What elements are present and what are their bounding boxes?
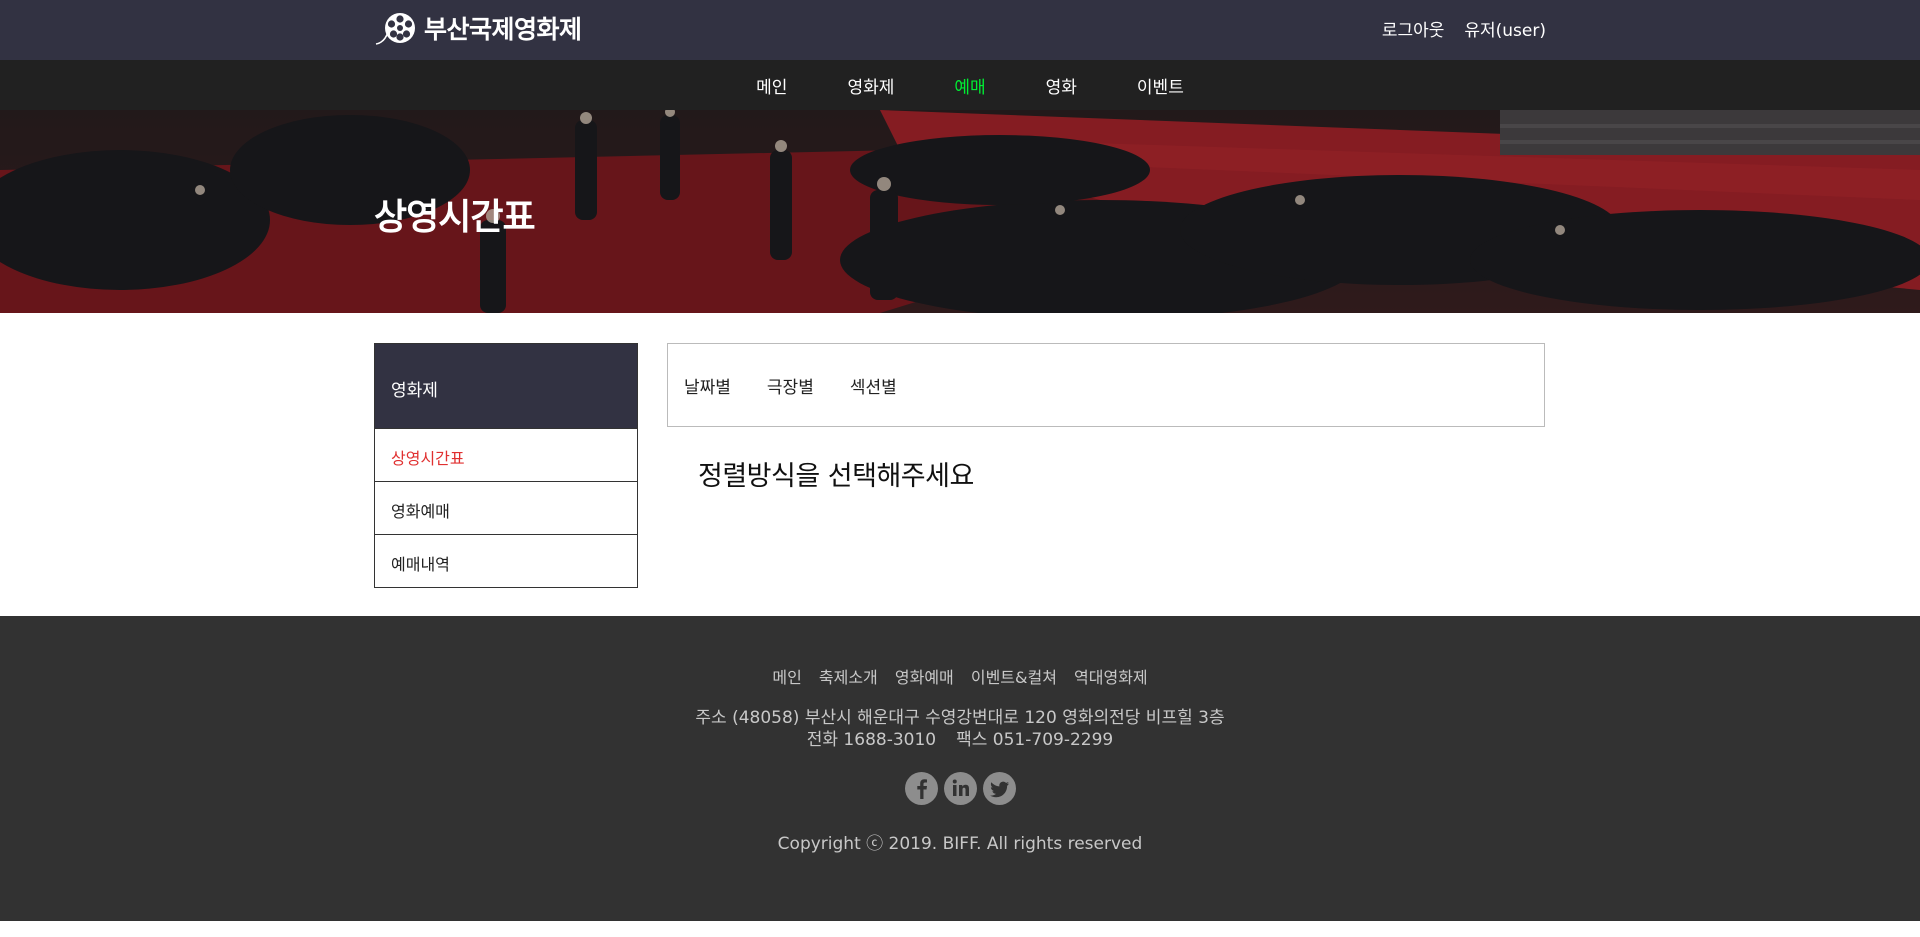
nav-item-main[interactable]: 메인: [756, 73, 787, 98]
footer: 메인 축제소개 영화예매 이벤트&컬쳐 역대영화제 주소 (48058) 부산시…: [0, 616, 1920, 921]
fax-text: 팩스 051-709-2299: [956, 730, 1114, 750]
page-title: 상영시간표: [374, 197, 536, 238]
sidebar-item-booking[interactable]: 영화예매: [375, 481, 637, 534]
contact-line: 전화 1688-3010 팩스 051-709-2299: [0, 729, 1920, 751]
tab-by-date[interactable]: 날짜별: [684, 373, 731, 398]
twitter-icon[interactable]: [983, 772, 1016, 805]
logout-link[interactable]: 로그아웃: [1382, 16, 1445, 41]
footer-link-booking[interactable]: 영화예매: [895, 668, 954, 687]
sidebar: 영화제 상영시간표 영화예매 예매내역: [374, 343, 638, 588]
footer-link-main[interactable]: 메인: [772, 668, 801, 687]
footer-links: 메인 축제소개 영화예매 이벤트&컬쳐 역대영화제: [0, 664, 1920, 688]
phone-text: 전화 1688-3010: [806, 730, 937, 750]
sort-tabs: 날짜별 극장별 섹션별: [667, 343, 1545, 427]
sort-prompt: 정렬방식을 선택해주세요: [698, 461, 974, 492]
film-reel-icon: [375, 13, 415, 45]
nav-item-booking[interactable]: 예매: [954, 73, 985, 98]
linkedin-icon[interactable]: [944, 772, 977, 805]
sidebar-item-timetable[interactable]: 상영시간표: [375, 428, 637, 481]
top-header: 부산국제영화제 로그아웃 유저(user): [0, 0, 1920, 60]
address-text: 주소 (48058) 부산시 해운대구 수영강변대로 120 영화의전당 비프힐…: [695, 708, 1225, 728]
red-carpet-photo: [0, 110, 1920, 313]
sidebar-heading: 영화제: [375, 344, 637, 428]
footer-link-about[interactable]: 축제소개: [819, 668, 878, 687]
sidebar-item-history[interactable]: 예매내역: [375, 534, 637, 587]
main-nav: 메인 영화제 예매 영화 이벤트: [0, 60, 1920, 110]
footer-address: 주소 (48058) 부산시 해운대구 수영강변대로 120 영화의전당 비프힐…: [0, 707, 1920, 751]
footer-link-events[interactable]: 이벤트&컬쳐: [971, 668, 1057, 687]
nav-item-movie[interactable]: 영화: [1046, 73, 1077, 98]
facebook-icon[interactable]: [905, 772, 938, 805]
tab-by-theater[interactable]: 극장별: [767, 373, 814, 398]
logo-text: 부산국제영화제: [424, 15, 582, 44]
user-link[interactable]: 유저(user): [1464, 16, 1546, 41]
site-logo[interactable]: 부산국제영화제: [374, 10, 582, 46]
footer-link-history[interactable]: 역대영화제: [1074, 668, 1148, 687]
social-links: [905, 772, 1016, 805]
copyright: Copyright ⓒ 2019. BIFF. All rights reser…: [777, 834, 1143, 854]
nav-item-event[interactable]: 이벤트: [1137, 73, 1184, 98]
hero-banner: 상영시간표: [0, 110, 1920, 313]
tab-by-section[interactable]: 섹션별: [850, 373, 897, 398]
nav-item-festival[interactable]: 영화제: [847, 73, 894, 98]
user-nav: 로그아웃 유저(user): [1382, 16, 1546, 41]
